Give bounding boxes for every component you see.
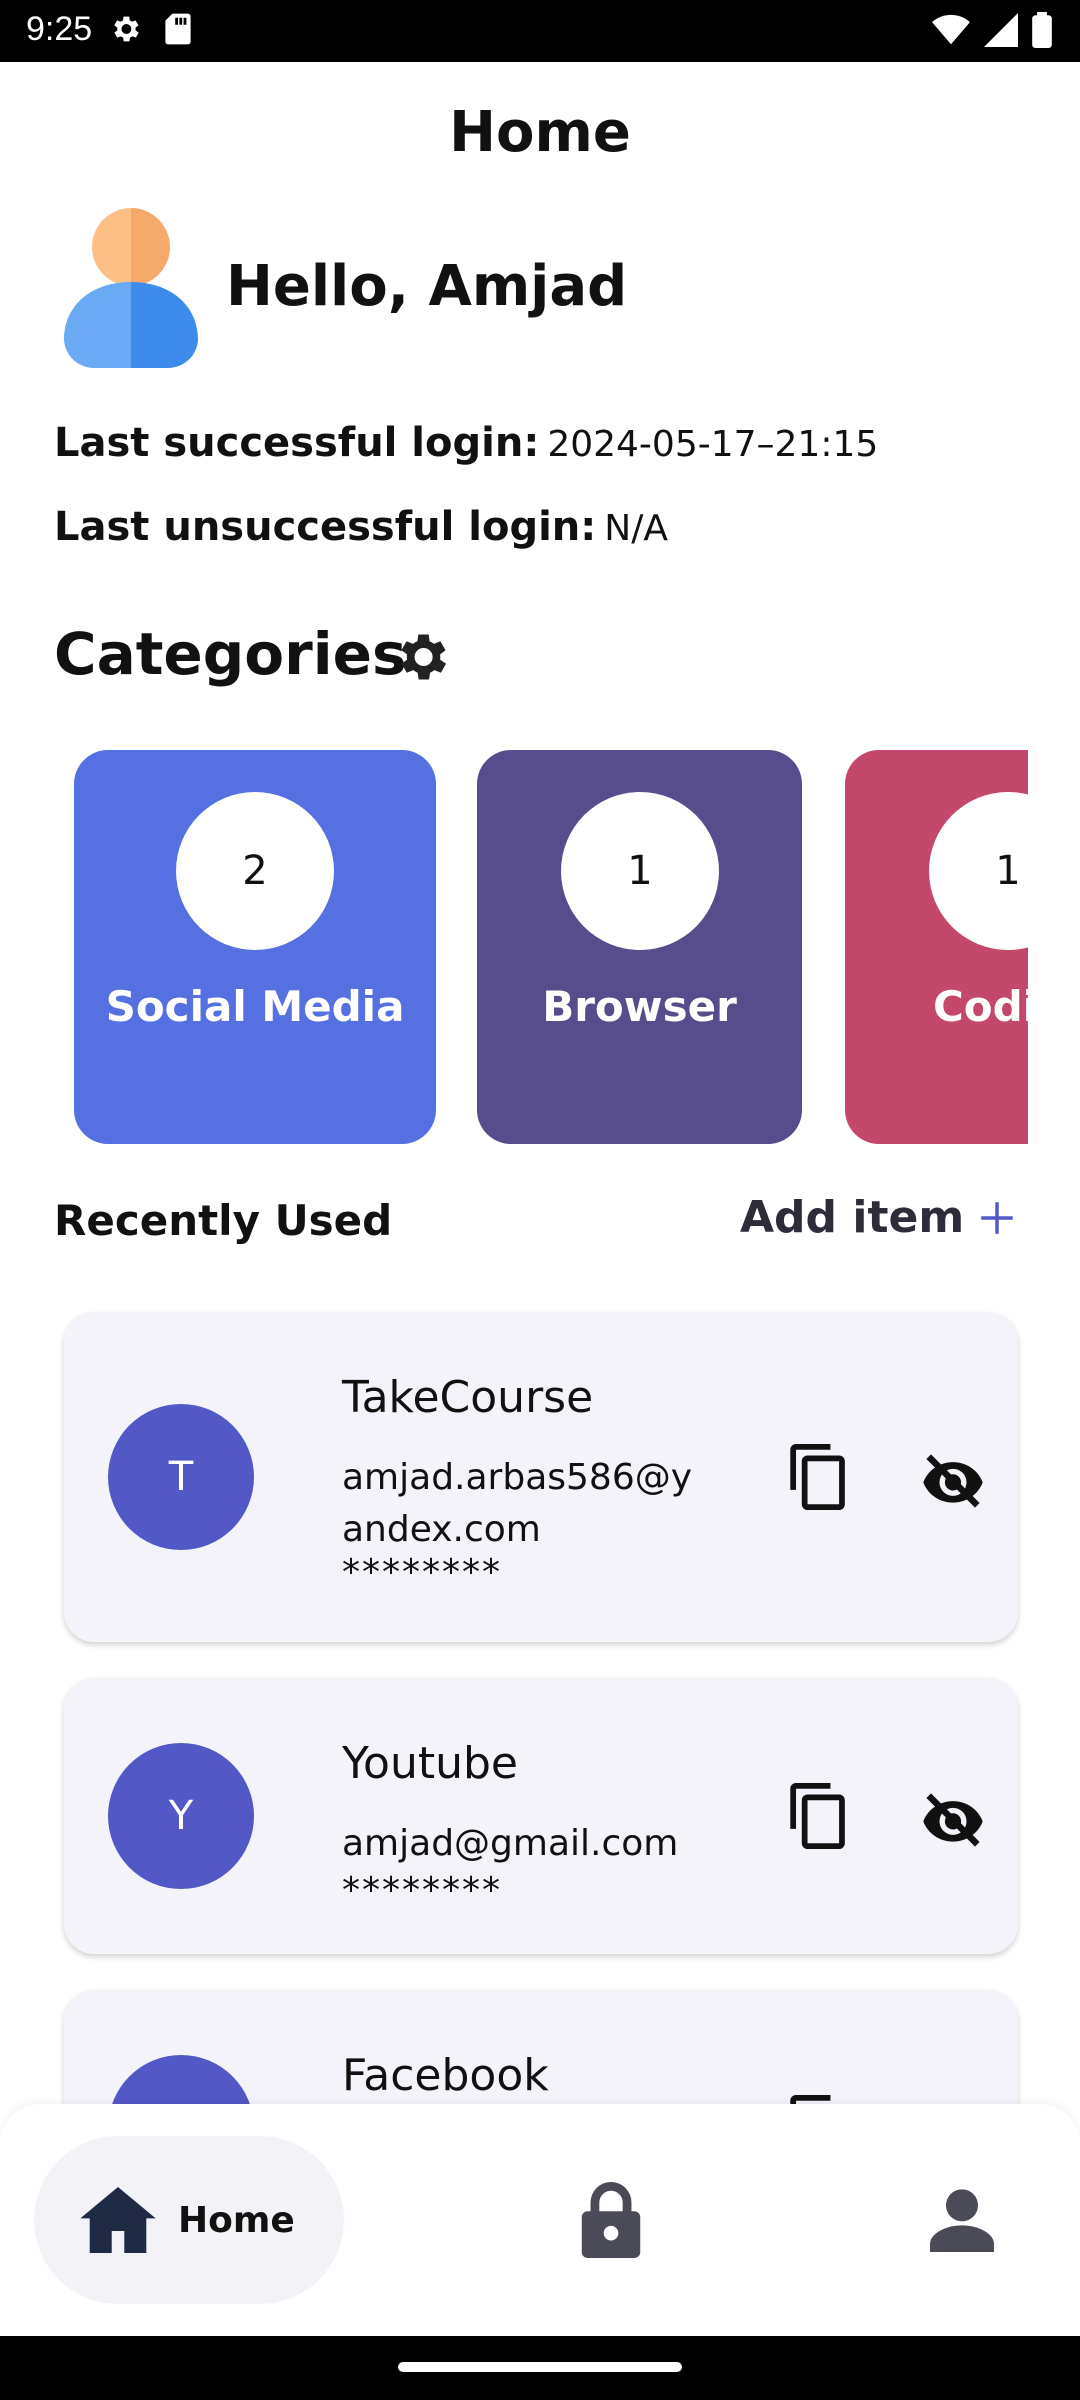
status-bar: 9:25 bbox=[0, 0, 1080, 62]
credential-password: ******** bbox=[342, 1870, 502, 1911]
recently-used-title: Recently Used bbox=[54, 1196, 393, 1245]
category-count: 1 bbox=[561, 792, 719, 950]
add-item-button[interactable]: Add item bbox=[740, 1192, 1018, 1243]
status-time: 9:25 bbox=[26, 10, 93, 48]
credential-password: ******** bbox=[342, 1552, 502, 1593]
last-unsuccessful-login: Last unsuccessful login: N/A bbox=[54, 504, 668, 550]
category-card-social-media[interactable]: 2 Social Media bbox=[74, 750, 436, 1144]
category-count: 2 bbox=[176, 792, 334, 950]
add-item-label: Add item bbox=[740, 1192, 965, 1243]
last-unsuccessful-login-label: Last unsuccessful login: bbox=[54, 504, 597, 550]
profile-icon[interactable] bbox=[930, 2188, 994, 2252]
last-successful-login-value: 2024-05-17–21:15 bbox=[547, 424, 879, 465]
bottom-navigation: Home bbox=[0, 2104, 1080, 2336]
lock-icon[interactable] bbox=[580, 2182, 642, 2258]
credential-name: Facebook bbox=[342, 2050, 549, 2101]
wifi-icon bbox=[932, 14, 970, 45]
last-successful-login-label: Last successful login: bbox=[54, 420, 540, 466]
hide-password-icon[interactable] bbox=[920, 1454, 986, 1508]
nav-home-label: Home bbox=[178, 2199, 295, 2241]
settings-icon bbox=[114, 16, 139, 42]
battery-icon bbox=[1032, 12, 1052, 48]
sd-card-icon bbox=[165, 13, 191, 45]
gear-icon[interactable] bbox=[390, 626, 452, 688]
credential-card[interactable]: T TakeCourse amjad.arbas586@yandex.com *… bbox=[64, 1312, 1018, 1642]
hide-password-icon[interactable] bbox=[920, 1793, 986, 1847]
copy-icon[interactable] bbox=[790, 1444, 848, 1510]
credential-email: amjad@gmail.com bbox=[342, 1823, 679, 1864]
credential-name: Youtube bbox=[342, 1738, 518, 1789]
gesture-handle[interactable] bbox=[398, 2362, 682, 2372]
credential-avatar: T bbox=[108, 1404, 254, 1550]
copy-icon[interactable] bbox=[790, 1783, 848, 1849]
credential-name: TakeCourse bbox=[342, 1372, 594, 1423]
last-unsuccessful-login-value: N/A bbox=[604, 508, 668, 549]
greeting: Hello, Amjad bbox=[226, 254, 628, 319]
nav-home[interactable]: Home bbox=[34, 2136, 344, 2304]
category-name: Social Media bbox=[105, 982, 405, 1031]
category-name: Browser bbox=[542, 982, 737, 1031]
plus-icon bbox=[981, 1201, 1013, 1234]
home-icon bbox=[80, 2187, 156, 2253]
categories-title: Categories bbox=[54, 620, 407, 688]
category-carousel[interactable]: 2 Social Media 1 Browser 1 Coding bbox=[74, 750, 1028, 1144]
page-title: Home bbox=[449, 100, 631, 165]
category-count: 1 bbox=[929, 792, 1028, 950]
signal-icon bbox=[984, 13, 1018, 47]
last-successful-login: Last successful login: 2024-05-17–21:15 bbox=[54, 420, 878, 466]
credential-avatar: Y bbox=[108, 1743, 254, 1889]
category-card-browser[interactable]: 1 Browser bbox=[477, 750, 802, 1144]
category-name: Coding bbox=[932, 982, 1028, 1031]
credential-card[interactable]: Y Youtube amjad@gmail.com ******** bbox=[64, 1678, 1018, 1954]
credential-email: amjad.arbas586@yandex.com bbox=[342, 1457, 693, 1550]
category-card-coding[interactable]: 1 Coding bbox=[845, 750, 1028, 1144]
user-avatar-icon bbox=[64, 208, 198, 368]
